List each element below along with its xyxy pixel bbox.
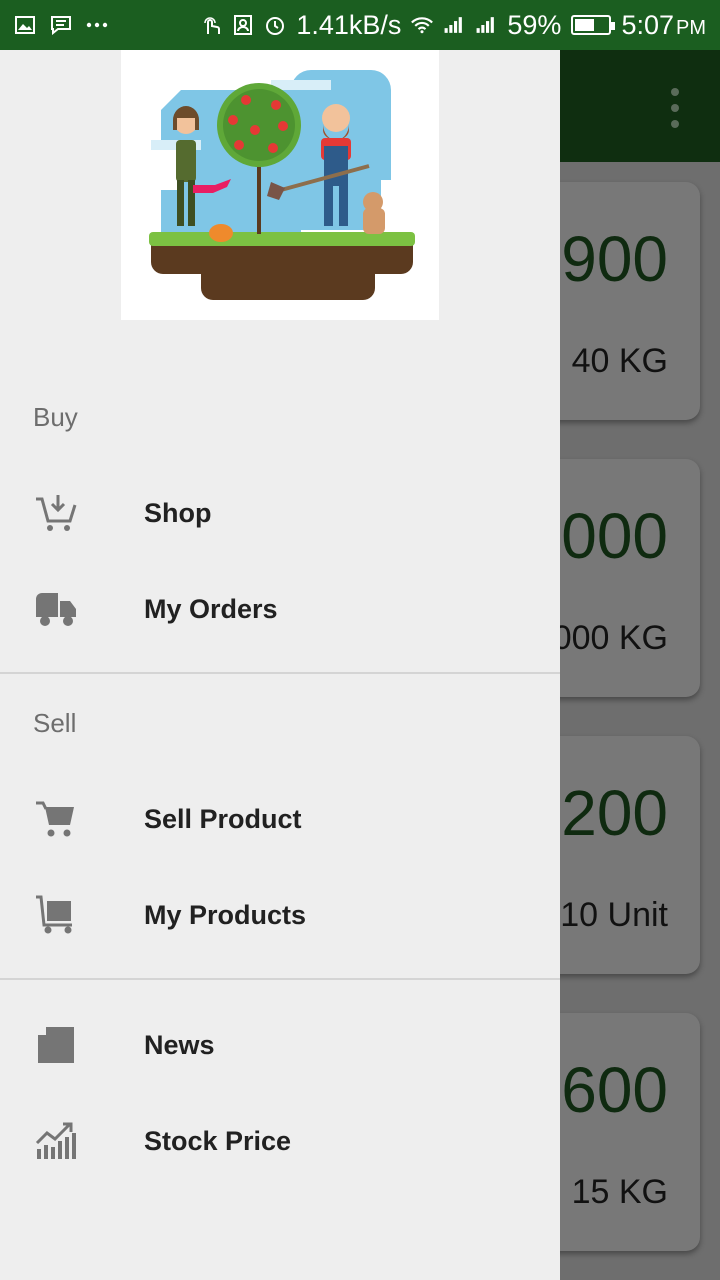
divider xyxy=(0,978,560,980)
menu-label-stock-price: Stock Price xyxy=(144,1125,292,1156)
chart-icon xyxy=(34,1119,78,1163)
message-icon xyxy=(50,15,72,35)
battery-icon xyxy=(571,15,616,35)
image-icon xyxy=(14,15,36,35)
product-quantity: 000 KG xyxy=(552,619,668,657)
section-title-buy: Buy xyxy=(33,402,78,432)
overflow-menu-icon[interactable] xyxy=(660,88,690,128)
touch-icon xyxy=(200,15,222,35)
cart-icon xyxy=(34,797,78,841)
signal-icon xyxy=(443,15,465,35)
wifi-icon xyxy=(411,15,434,35)
divider xyxy=(0,672,560,674)
product-quantity: 40 KG xyxy=(571,342,668,380)
menu-label-shop: Shop xyxy=(144,497,212,528)
product-price: 000 xyxy=(561,500,668,572)
product-quantity: 10 Unit xyxy=(560,896,668,934)
news-icon xyxy=(34,1023,78,1067)
section-title-sell: Sell xyxy=(33,708,77,738)
menu-item-stock-price[interactable]: Stock Price xyxy=(0,1093,560,1189)
alarm-icon xyxy=(264,15,286,35)
product-quantity: 15 KG xyxy=(571,1173,668,1211)
product-price: 200 xyxy=(561,777,668,849)
cart-download-icon xyxy=(34,491,78,535)
menu-label-news: News xyxy=(144,1029,215,1060)
battery-percent: 59% xyxy=(507,9,562,40)
location-icon xyxy=(232,15,254,35)
menu-label-my-products: My Products xyxy=(144,899,307,930)
menu-item-my-products[interactable]: My Products xyxy=(0,867,560,963)
menu-label-my-orders: My Orders xyxy=(144,593,278,624)
menu-label-sell-product: Sell Product xyxy=(144,803,302,834)
menu-item-shop[interactable]: Shop xyxy=(0,465,560,561)
truck-icon xyxy=(34,587,78,631)
navigation-drawer: Buy Shop My Orders Sell Sell Product My … xyxy=(0,50,560,1280)
clock: 5:07 PM xyxy=(621,9,706,40)
network-speed: 1.41kB/s xyxy=(296,9,402,40)
status-bar: 1.41kB/s 59% 5:07 PM xyxy=(0,0,720,50)
product-price: 900 xyxy=(561,223,668,295)
menu-item-news[interactable]: News xyxy=(0,997,560,1093)
more-icon xyxy=(86,15,108,35)
signal-icon-2 xyxy=(475,15,497,35)
menu-item-my-orders[interactable]: My Orders xyxy=(0,561,560,657)
drawer-header-image xyxy=(121,50,439,320)
trolley-icon xyxy=(34,893,78,937)
product-price: 600 xyxy=(561,1054,668,1126)
menu-item-sell-product[interactable]: Sell Product xyxy=(0,771,560,867)
